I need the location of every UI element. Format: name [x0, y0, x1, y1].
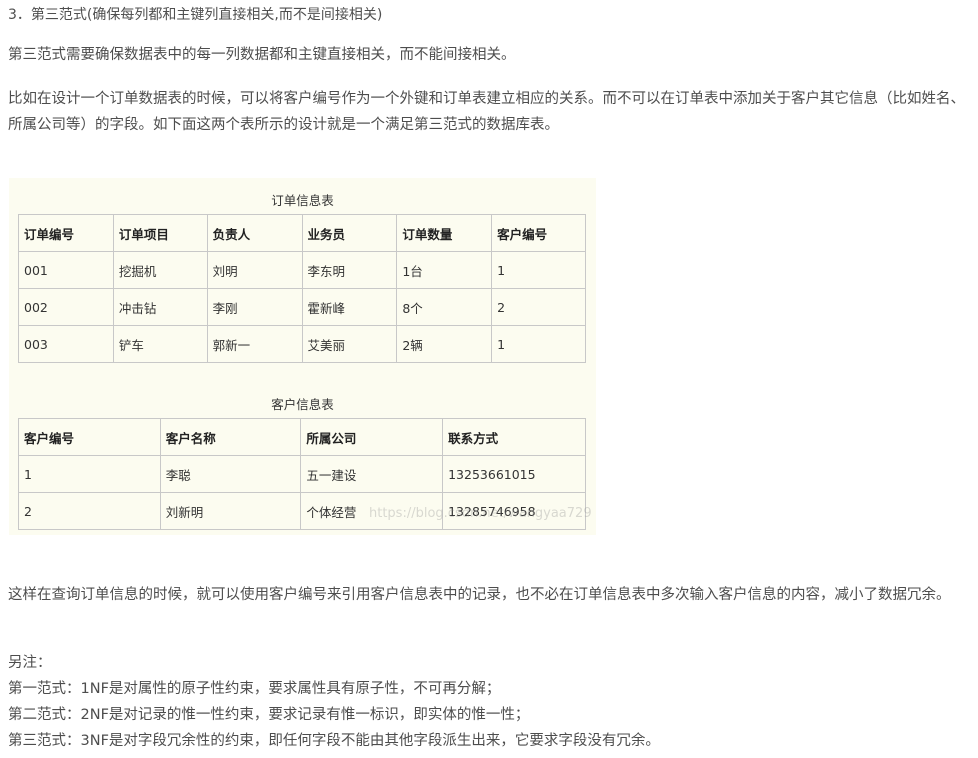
column-header: 订单项目	[112, 214, 208, 252]
column-header: 订单数量	[396, 214, 493, 252]
notes-section: 另注： 第一范式：1NF是对属性的原子性约束，要求属性具有原子性，不可再分解； …	[8, 650, 660, 754]
table-cell: 8个	[396, 288, 493, 326]
column-header: 客户编号	[491, 214, 586, 252]
table-cell: 1	[491, 325, 586, 363]
conclusion-paragraph: 这样在查询订单信息的时候，就可以使用客户编号来引用客户信息表中的记录，也不必在订…	[8, 587, 951, 603]
table-cell: 李刚	[206, 288, 303, 326]
table-cell: 霍新峰	[301, 288, 398, 326]
section-heading: 3．第三范式(确保每列都和主键列直接相关,而不是间接相关)	[8, 7, 383, 23]
table-cell: 挖掘机	[112, 251, 208, 289]
customer-table-caption: 客户信息表	[271, 397, 334, 412]
table-cell: 2辆	[396, 325, 493, 363]
table-row: 001 挖掘机 刘明 李东明 1台 1	[18, 251, 586, 289]
table-cell: 003	[18, 325, 114, 363]
table-cell: 李聪	[159, 455, 302, 493]
table-cell: 铲车	[112, 325, 208, 363]
column-header: 客户编号	[18, 418, 161, 456]
note-1nf: 第一范式：1NF是对属性的原子性约束，要求属性具有原子性，不可再分解；	[8, 681, 501, 697]
example-paragraph: 比如在设计一个订单数据表的时候，可以将客户编号作为一个外键和订单表建立相应的关系…	[8, 91, 965, 133]
table-cell: 2	[18, 492, 161, 530]
tables-figure: 订单信息表 订单编号 订单项目 负责人 业务员 订单数量 客户编号 001 挖掘…	[9, 178, 596, 535]
table-row: 003 铲车 郭新一 艾美丽 2辆 1	[18, 325, 586, 363]
table-cell: 冲击钻	[112, 288, 208, 326]
notes-title: 另注：	[8, 655, 52, 671]
column-header: 订单编号	[18, 214, 114, 252]
column-header: 业务员	[301, 214, 398, 252]
order-table-caption: 订单信息表	[271, 193, 334, 208]
column-header: 联系方式	[442, 418, 586, 456]
table-row: 1 李聪 五一建设 13253661015	[18, 455, 586, 493]
order-table: 订单编号 订单项目 负责人 业务员 订单数量 客户编号 001 挖掘机 刘明 李…	[18, 214, 586, 363]
table-cell: 1	[18, 455, 161, 493]
table-cell: 1台	[396, 251, 493, 289]
note-2nf: 第二范式：2NF是对记录的惟一性约束，要求记录有惟一标识，即实体的惟一性；	[8, 707, 530, 723]
table-header-row: 客户编号 客户名称 所属公司 联系方式	[18, 418, 586, 456]
note-3nf: 第三范式：3NF是对字段冗余性的约束，即任何字段不能由其他字段派生出来，它要求字…	[8, 733, 660, 749]
table-cell: 艾美丽	[301, 325, 398, 363]
intro-paragraph: 第三范式需要确保数据表中的每一列数据都和主键直接相关，而不能间接相关。	[8, 47, 516, 63]
table-cell: 刘明	[206, 251, 303, 289]
table-cell: 郭新一	[206, 325, 303, 363]
table-cell: 13253661015	[442, 455, 586, 493]
table-cell: 刘新明	[159, 492, 302, 530]
table-cell: 001	[18, 251, 114, 289]
column-header: 负责人	[206, 214, 303, 252]
table-cell: 五一建设	[300, 455, 444, 493]
column-header: 客户名称	[159, 418, 302, 456]
table-cell: 2	[491, 288, 586, 326]
table-row: 002 冲击钻 李刚 霍新峰 8个 2	[18, 288, 586, 326]
table-cell: 002	[18, 288, 114, 326]
column-header: 所属公司	[300, 418, 444, 456]
table-cell: 1	[491, 251, 586, 289]
table-header-row: 订单编号 订单项目 负责人 业务员 订单数量 客户编号	[18, 214, 586, 252]
table-cell: 李东明	[301, 251, 398, 289]
watermark: https://blog.csdn.net/wangyaa729	[369, 506, 592, 521]
